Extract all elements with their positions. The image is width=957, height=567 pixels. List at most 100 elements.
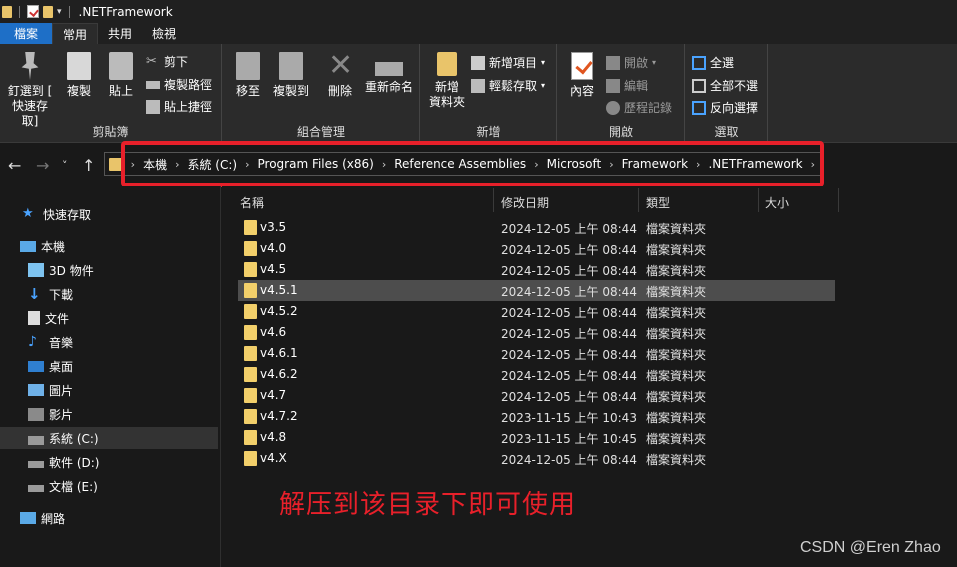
select-none-label: 全部不選 (710, 79, 759, 93)
sidebar-item-network[interactable]: 網路 (0, 507, 221, 529)
cube-icon (28, 263, 44, 277)
file-row[interactable]: v4.X 2024-12-05 上午 08:44 檔案資料夾 (238, 448, 835, 469)
tab-file[interactable]: 檔案 (0, 23, 52, 44)
download-icon: ↓ (28, 285, 41, 303)
sidebar-item-system-c[interactable]: 系統 (C:) (0, 427, 218, 449)
chevron-down-icon: ▾ (541, 58, 546, 67)
edit-button[interactable]: 編輯 (606, 77, 648, 94)
sidebar-item-music[interactable]: ♪ 音樂 (0, 331, 221, 353)
sidebar-item-downloads[interactable]: ↓ 下載 (0, 283, 221, 305)
file-type: 檔案資料夾 (646, 306, 707, 320)
divider (68, 5, 70, 18)
music-icon: ♪ (28, 334, 37, 350)
file-name: v4.5.1 (260, 283, 298, 297)
column-divider[interactable] (493, 188, 494, 212)
file-row[interactable]: v4.5.2 2024-12-05 上午 08:44 檔案資料夾 (238, 301, 835, 322)
column-header-date[interactable]: 修改日期 (501, 190, 549, 214)
navigation-pane: ★ 快速存取 本機 3D 物件 ↓ 下載 文件 ♪ 音樂 桌面 圖片 影片 系統… (0, 186, 221, 567)
tab-share[interactable]: 共用 (98, 23, 142, 44)
cut-button[interactable]: ✂ 剪下 (146, 53, 188, 70)
select-all-button[interactable]: 全選 (692, 54, 734, 71)
new-item-button[interactable]: 新增項目 ▾ (471, 54, 545, 71)
new-group: 新增 資料夾 新增項目 ▾ 輕鬆存取 ▾ 新增 (421, 44, 557, 143)
copy-to-button[interactable]: 複製到 (271, 52, 311, 99)
picture-icon (28, 384, 44, 396)
file-row-selected[interactable]: v4.5.1 2024-12-05 上午 08:44 檔案資料夾 (238, 280, 835, 301)
sidebar-item-videos[interactable]: 影片 (0, 403, 221, 425)
properties-icon (571, 52, 593, 80)
easy-access-icon (471, 78, 485, 93)
file-date: 2023-11-15 上午 10:45 (501, 432, 637, 446)
open-icon (606, 55, 620, 70)
tab-view[interactable]: 檢視 (142, 23, 186, 44)
file-name: v4.6.2 (260, 367, 298, 381)
sidebar-item-software-d[interactable]: 軟件 (D:) (0, 451, 221, 473)
column-divider[interactable] (638, 188, 639, 212)
file-type: 檔案資料夾 (646, 327, 707, 341)
copy-button[interactable]: 複製 (62, 52, 96, 99)
file-type: 檔案資料夾 (646, 411, 707, 425)
file-date: 2024-12-05 上午 08:44 (501, 285, 637, 299)
file-name: v4.0 (260, 241, 287, 255)
pin-quick-access-button[interactable]: 釘選到 [ 快速存取] (4, 52, 56, 129)
up-arrow-icon[interactable]: ↑ (82, 156, 95, 175)
file-type: 檔案資料夾 (646, 264, 707, 278)
history-button[interactable]: 歷程記錄 (606, 99, 672, 116)
rename-button[interactable]: 重新命名 (361, 52, 417, 95)
properties-button[interactable]: 內容 (564, 52, 600, 99)
file-row[interactable]: v4.6.1 2024-12-05 上午 08:44 檔案資料夾 (238, 343, 835, 364)
invert-selection-button[interactable]: 反向選擇 (692, 99, 758, 116)
sidebar-item-quick-access[interactable]: ★ 快速存取 (0, 203, 221, 225)
back-arrow-icon[interactable]: ← (8, 156, 21, 175)
select-all-label: 全選 (710, 56, 735, 70)
delete-button[interactable]: ✕ 刪除 (323, 51, 357, 99)
column-header-name[interactable]: 名稱 (240, 190, 264, 214)
sidebar-item-documents[interactable]: 文件 (0, 307, 221, 329)
column-header-size[interactable]: 大小 (765, 190, 789, 214)
file-name: v4.8 (260, 430, 287, 444)
file-row[interactable]: v4.0 2024-12-05 上午 08:44 檔案資料夾 (238, 238, 835, 259)
new-folder-icon[interactable] (43, 5, 53, 18)
select-none-button[interactable]: 全部不選 (692, 77, 758, 94)
column-divider[interactable] (758, 188, 759, 212)
file-row[interactable]: v4.6.2 2024-12-05 上午 08:44 檔案資料夾 (238, 364, 835, 385)
paste-shortcut-button[interactable]: 貼上捷徑 (146, 98, 212, 115)
file-row[interactable]: v4.7.2 2023-11-15 上午 10:43 檔案資料夾 (238, 406, 835, 427)
move-to-button[interactable]: 移至 (231, 52, 265, 99)
sidebar-item-desktop[interactable]: 桌面 (0, 355, 221, 377)
easy-access-button[interactable]: 輕鬆存取 ▾ (471, 77, 545, 94)
forward-arrow-icon[interactable]: → (36, 156, 49, 175)
sidebar-item-label: 下載 (49, 287, 74, 302)
file-name: v4.X (260, 451, 287, 465)
paste-label: 貼上 (108, 84, 133, 98)
paste-button[interactable]: 貼上 (104, 52, 138, 99)
file-row[interactable]: v4.6 2024-12-05 上午 08:44 檔案資料夾 (238, 322, 835, 343)
folder-icon (244, 346, 257, 361)
sidebar-item-documents-e[interactable]: 文檔 (E:) (0, 475, 221, 497)
file-date: 2024-12-05 上午 08:44 (501, 222, 637, 236)
chevron-down-icon: ▾ (652, 58, 657, 67)
file-date: 2024-12-05 上午 08:44 (501, 264, 637, 278)
column-divider[interactable] (838, 188, 839, 212)
file-row[interactable]: v4.7 2024-12-05 上午 08:44 檔案資料夾 (238, 385, 835, 406)
column-header-type[interactable]: 類型 (646, 190, 670, 214)
sidebar-item-pictures[interactable]: 圖片 (0, 379, 221, 401)
sidebar-item-this-pc[interactable]: 本機 (0, 235, 221, 257)
sidebar-item-3d-objects[interactable]: 3D 物件 (0, 259, 221, 281)
properties-icon[interactable] (27, 5, 39, 18)
copy-path-button[interactable]: 複製路徑 (146, 76, 212, 93)
copy-to-label: 複製到 (272, 84, 309, 98)
new-folder-button[interactable]: 新增 資料夾 (427, 52, 467, 110)
file-row[interactable]: v4.8 2023-11-15 上午 10:45 檔案資料夾 (238, 427, 835, 448)
sidebar-item-label: 圖片 (49, 383, 74, 398)
file-row[interactable]: v4.5 2024-12-05 上午 08:44 檔案資料夾 (238, 259, 835, 280)
recent-locations-chevron-icon[interactable]: ˅ (62, 159, 68, 172)
chevron-down-icon[interactable]: ▾ (57, 7, 62, 17)
file-row[interactable]: v3.5 2024-12-05 上午 08:44 檔案資料夾 (238, 217, 835, 238)
open-button[interactable]: 開啟 ▾ (606, 54, 656, 71)
file-date: 2024-12-05 上午 08:44 (501, 369, 637, 383)
file-type: 檔案資料夾 (646, 390, 707, 404)
select-group: 全選 全部不選 反向選擇 選取 (686, 44, 768, 143)
divider (19, 5, 20, 18)
tab-home[interactable]: 常用 (52, 23, 99, 44)
